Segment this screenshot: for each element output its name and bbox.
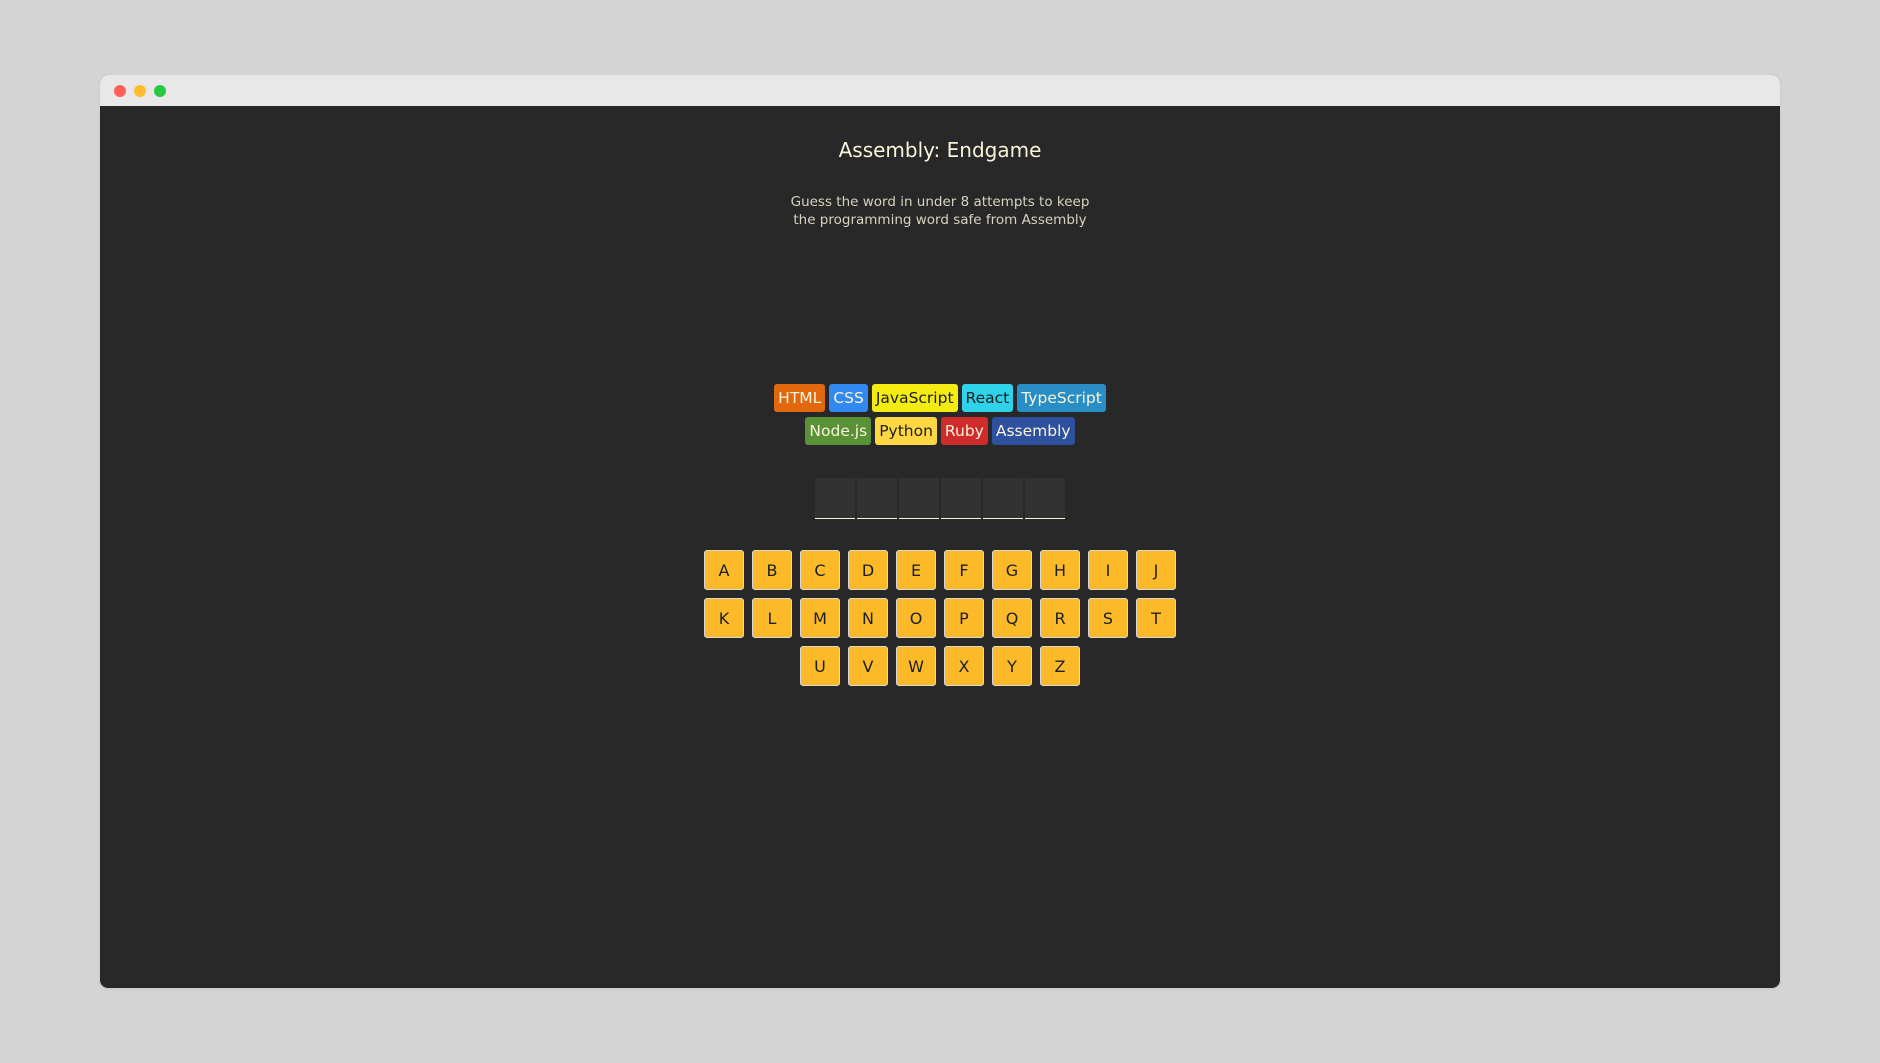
minimize-window-button[interactable] [134,85,146,97]
key-o-button[interactable]: O [896,598,936,638]
word-display [815,478,1065,519]
keyboard: ABCDEFGHIJ KLMNOPQRST UVWXYZ [700,550,1180,686]
game-instructions: Guess the word in under 8 attempts to ke… [790,194,1090,228]
language-chip: HTML [774,384,826,412]
language-chip: React [961,384,1014,412]
window-titlebar [100,75,1780,106]
key-j-button[interactable]: J [1136,550,1176,590]
key-k-button[interactable]: K [704,598,744,638]
language-chip: CSS [829,384,868,412]
key-x-button[interactable]: X [944,646,984,686]
key-a-button[interactable]: A [704,550,744,590]
key-q-button[interactable]: Q [992,598,1032,638]
language-chips: HTML CSS JavaScript React TypeScript Node.js P… [770,384,1110,445]
language-chip: Python [875,417,937,445]
game-title: Assembly: Endgame [838,138,1042,162]
key-r-button[interactable]: R [1040,598,1080,638]
letter-slot [983,478,1023,519]
letter-slot [857,478,897,519]
key-z-button[interactable]: Z [1040,646,1080,686]
key-f-button[interactable]: F [944,550,984,590]
language-chip: TypeScript [1017,384,1106,412]
letter-slot [815,478,855,519]
key-s-button[interactable]: S [1088,598,1128,638]
key-u-button[interactable]: U [800,646,840,686]
close-window-button[interactable] [114,85,126,97]
key-e-button[interactable]: E [896,550,936,590]
language-chip: Assembly [991,417,1075,445]
key-c-button[interactable]: C [800,550,840,590]
key-n-button[interactable]: N [848,598,888,638]
key-g-button[interactable]: G [992,550,1032,590]
key-v-button[interactable]: V [848,646,888,686]
letter-slot [1025,478,1065,519]
key-w-button[interactable]: W [896,646,936,686]
key-t-button[interactable]: T [1136,598,1176,638]
key-h-button[interactable]: H [1040,550,1080,590]
key-i-button[interactable]: I [1088,550,1128,590]
language-chip: Ruby [940,417,988,445]
key-b-button[interactable]: B [752,550,792,590]
key-d-button[interactable]: D [848,550,888,590]
key-l-button[interactable]: L [752,598,792,638]
key-p-button[interactable]: P [944,598,984,638]
language-chip: JavaScript [871,384,958,412]
letter-slot [941,478,981,519]
key-y-button[interactable]: Y [992,646,1032,686]
key-m-button[interactable]: M [800,598,840,638]
maximize-window-button[interactable] [154,85,166,97]
game-area: Assembly: Endgame Guess the word in unde… [100,106,1780,988]
letter-slot [899,478,939,519]
language-chip: Node.js [805,417,872,445]
browser-window: Assembly: Endgame Guess the word in unde… [100,75,1780,988]
